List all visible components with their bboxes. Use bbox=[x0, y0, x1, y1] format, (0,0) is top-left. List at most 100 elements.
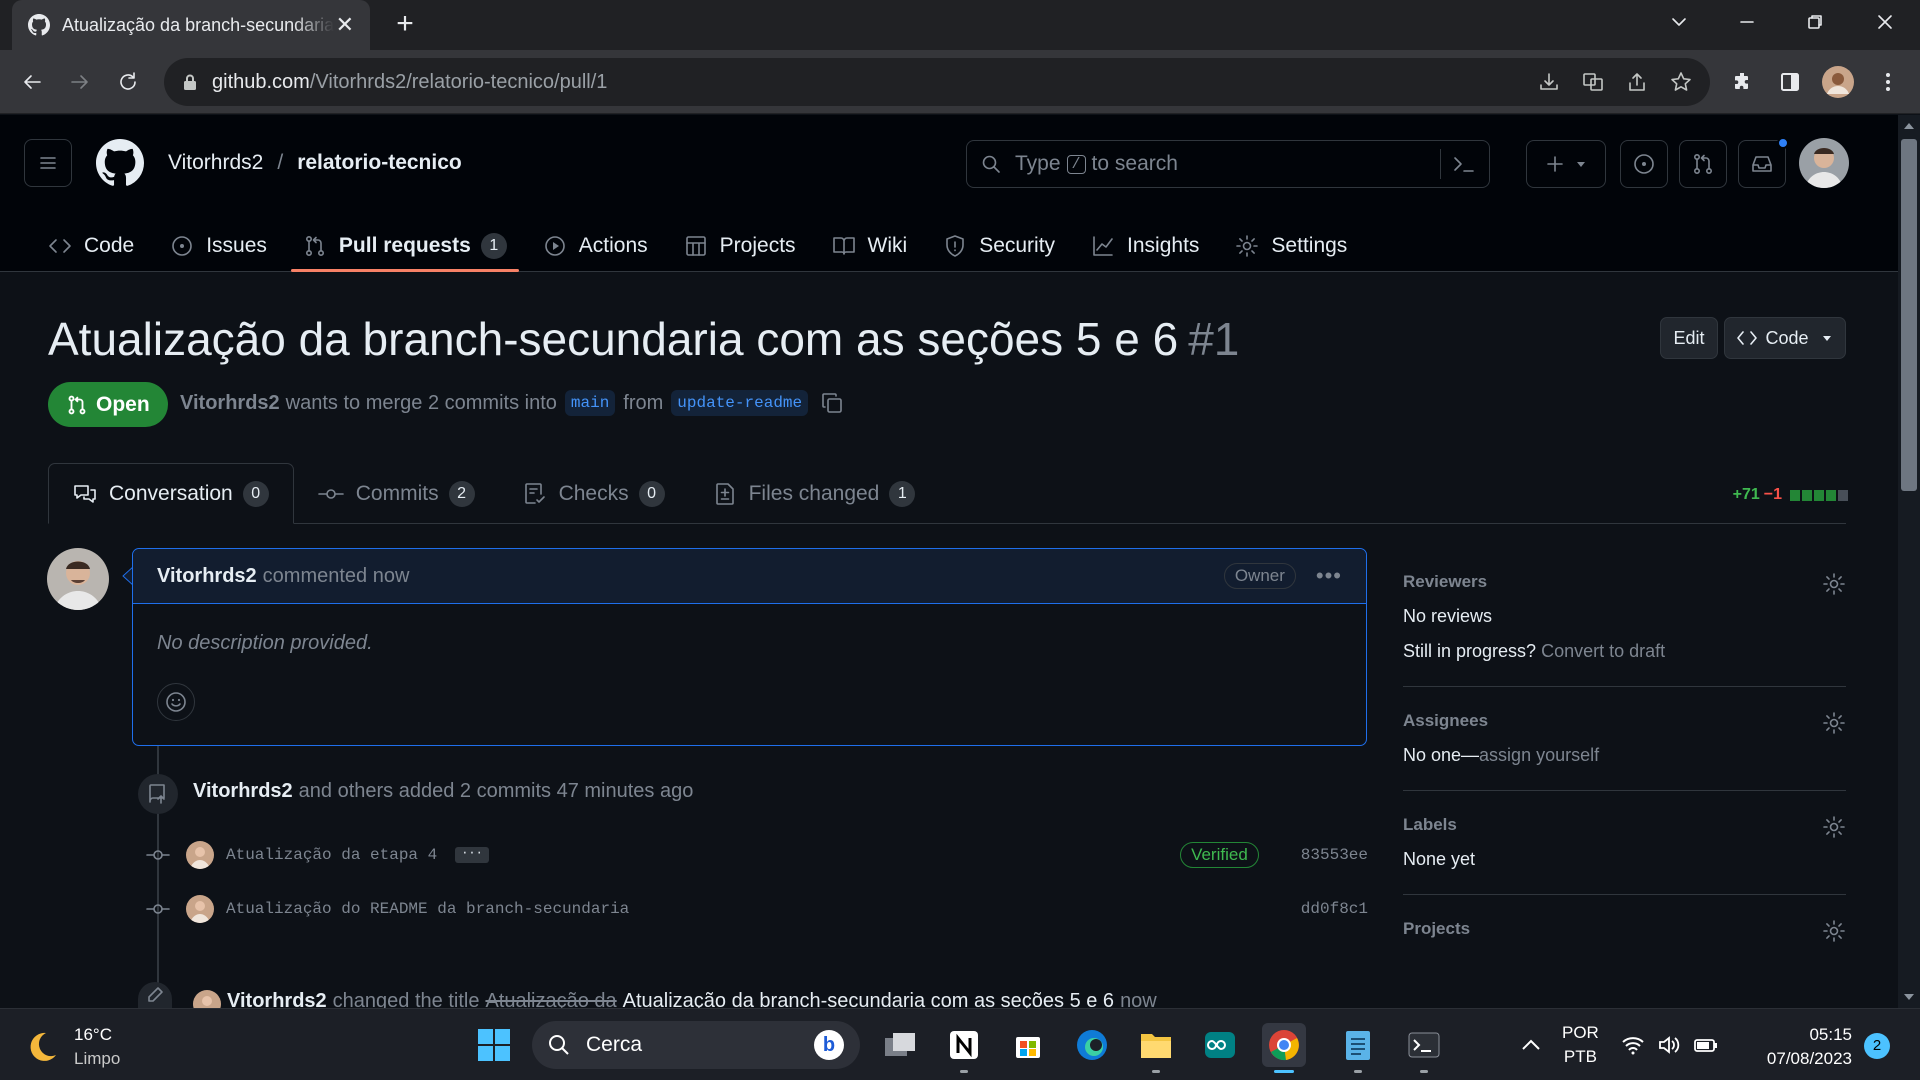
chrome-app-icon[interactable] bbox=[1262, 1023, 1306, 1073]
commit-author-avatar[interactable] bbox=[186, 895, 214, 923]
github-logo-icon[interactable] bbox=[96, 139, 144, 187]
gear-icon[interactable] bbox=[1822, 815, 1846, 839]
nav-insights[interactable]: Insights bbox=[1079, 219, 1211, 272]
rename-timestamp[interactable]: now bbox=[1120, 990, 1157, 1008]
minimize-window-button[interactable] bbox=[1712, 0, 1782, 44]
base-branch[interactable]: main bbox=[564, 390, 616, 416]
inbox-button[interactable] bbox=[1738, 137, 1789, 188]
gear-icon[interactable] bbox=[1822, 572, 1846, 596]
browser-tab[interactable]: Atualização da branch-secundaria com as … bbox=[12, 0, 370, 50]
url-text[interactable]: github.com/Vitorhrds2/relatorio-tecnico/… bbox=[212, 71, 607, 94]
translate-icon[interactable] bbox=[1582, 71, 1604, 93]
create-new-button[interactable] bbox=[1526, 140, 1606, 188]
notepad-app-icon[interactable] bbox=[1336, 1023, 1380, 1073]
code-dropdown-button[interactable]: Code bbox=[1724, 317, 1846, 359]
gear-icon[interactable] bbox=[1822, 919, 1846, 943]
arduino-ide-icon[interactable] bbox=[1198, 1023, 1242, 1067]
commit-message[interactable]: Atualização do README da branch-secundar… bbox=[226, 900, 629, 918]
tab-commits[interactable]: Commits 2 bbox=[294, 464, 499, 524]
commit-sha[interactable]: 83553ee bbox=[1301, 846, 1368, 864]
nav-code[interactable]: Code bbox=[36, 219, 146, 272]
nav-issues[interactable]: Issues bbox=[158, 219, 279, 272]
commit-message[interactable]: Atualização da etapa 4 bbox=[226, 846, 437, 864]
notification-count-badge[interactable]: 2 bbox=[1864, 1033, 1890, 1059]
head-branch[interactable]: update-readme bbox=[671, 390, 809, 416]
battery-icon[interactable] bbox=[1693, 1035, 1719, 1055]
verified-badge[interactable]: Verified bbox=[1180, 842, 1259, 868]
labels-heading[interactable]: Labels bbox=[1403, 815, 1846, 835]
extensions-icon[interactable] bbox=[1726, 66, 1758, 98]
file-explorer-icon[interactable] bbox=[1134, 1023, 1178, 1073]
assignees-heading[interactable]: Assignees bbox=[1403, 711, 1846, 731]
pr-author-link[interactable]: Vitorhrds2 bbox=[180, 392, 280, 415]
nav-projects[interactable]: Projects bbox=[672, 219, 808, 272]
forward-button[interactable] bbox=[62, 64, 98, 100]
reviewers-heading[interactable]: Reviewers bbox=[1403, 572, 1846, 592]
kebab-menu-icon[interactable]: ••• bbox=[1316, 563, 1342, 589]
weather-widget[interactable]: 16°C Limpo bbox=[24, 1023, 120, 1071]
convert-to-draft-link[interactable]: Convert to draft bbox=[1541, 641, 1665, 661]
nav-pull-requests[interactable]: Pull requests 1 bbox=[290, 219, 519, 272]
nav-security[interactable]: Security bbox=[931, 219, 1067, 272]
copy-branch-icon[interactable] bbox=[820, 391, 844, 415]
user-avatar[interactable] bbox=[1799, 138, 1849, 188]
terminal-app-icon[interactable] bbox=[1402, 1023, 1446, 1073]
address-bar[interactable]: github.com/Vitorhrds2/relatorio-tecnico/… bbox=[164, 58, 1710, 106]
edge-browser-icon[interactable] bbox=[1070, 1023, 1114, 1067]
tab-files-changed[interactable]: Files changed 1 bbox=[689, 464, 940, 524]
new-tab-button[interactable]: + bbox=[388, 8, 422, 42]
share-icon[interactable] bbox=[1626, 71, 1648, 93]
restore-window-button[interactable] bbox=[1780, 0, 1850, 44]
comment-timestamp[interactable]: commented now bbox=[263, 565, 410, 588]
search-input[interactable]: Type / to search bbox=[966, 140, 1490, 188]
scroll-up-arrow-icon[interactable] bbox=[1903, 121, 1915, 131]
reload-button[interactable] bbox=[110, 64, 146, 100]
add-reaction-button[interactable] bbox=[157, 683, 195, 721]
comment-author-avatar[interactable] bbox=[47, 548, 109, 610]
bookmark-star-icon[interactable] bbox=[1670, 71, 1692, 93]
taskbar-search[interactable]: Cerca b bbox=[532, 1021, 860, 1069]
comment-author[interactable]: Vitorhrds2 bbox=[157, 565, 257, 588]
rename-author[interactable]: Vitorhrds2 bbox=[227, 990, 327, 1008]
nav-settings[interactable]: Settings bbox=[1223, 219, 1359, 272]
close-window-button[interactable] bbox=[1850, 0, 1920, 44]
assign-yourself-link[interactable]: assign yourself bbox=[1479, 745, 1599, 765]
input-language[interactable]: POR PTB bbox=[1562, 1021, 1599, 1069]
issues-button[interactable] bbox=[1620, 140, 1668, 188]
expand-commit-message-button[interactable]: ··· bbox=[455, 847, 489, 863]
bing-icon[interactable]: b bbox=[814, 1030, 844, 1060]
side-panel-icon[interactable] bbox=[1774, 66, 1806, 98]
commit-sha[interactable]: dd0f8c1 bbox=[1301, 900, 1368, 918]
task-view-icon[interactable] bbox=[878, 1023, 922, 1067]
profile-avatar[interactable] bbox=[1822, 66, 1854, 98]
commit-author-avatar[interactable] bbox=[186, 841, 214, 869]
global-menu-button[interactable] bbox=[24, 139, 72, 187]
volume-icon[interactable] bbox=[1657, 1035, 1681, 1055]
start-button[interactable] bbox=[472, 1023, 516, 1067]
wifi-icon[interactable] bbox=[1621, 1035, 1645, 1055]
pull-requests-button[interactable] bbox=[1679, 140, 1727, 188]
event-author[interactable]: Vitorhrds2 bbox=[193, 780, 293, 803]
scroll-down-arrow-icon[interactable] bbox=[1903, 992, 1915, 1002]
nav-actions[interactable]: Actions bbox=[531, 219, 660, 272]
close-tab-icon[interactable]: ✕ bbox=[336, 12, 354, 38]
back-button[interactable] bbox=[14, 64, 50, 100]
microsoft-store-icon[interactable] bbox=[1006, 1023, 1050, 1067]
chrome-menu-icon[interactable] bbox=[1872, 66, 1904, 98]
show-hidden-icons-icon[interactable] bbox=[1520, 1038, 1542, 1052]
event-author-avatar[interactable] bbox=[193, 990, 221, 1008]
gear-icon[interactable] bbox=[1822, 711, 1846, 735]
notion-app-icon[interactable] bbox=[942, 1023, 986, 1073]
system-clock[interactable]: 05:15 07/08/2023 bbox=[1752, 1023, 1852, 1071]
breadcrumb-owner[interactable]: Vitorhrds2 bbox=[168, 151, 263, 175]
tab-conversation[interactable]: Conversation 0 bbox=[48, 463, 294, 524]
command-palette-icon[interactable] bbox=[1440, 149, 1475, 179]
scrollbar-thumb[interactable] bbox=[1901, 139, 1917, 491]
page-scrollbar[interactable] bbox=[1898, 115, 1920, 1008]
lock-icon[interactable] bbox=[182, 73, 198, 91]
tab-search-icon[interactable] bbox=[1644, 0, 1714, 44]
install-app-icon[interactable] bbox=[1538, 71, 1560, 93]
tab-checks[interactable]: Checks 0 bbox=[499, 464, 689, 524]
edit-title-button[interactable]: Edit bbox=[1660, 317, 1718, 359]
projects-heading[interactable]: Projects bbox=[1403, 919, 1846, 939]
